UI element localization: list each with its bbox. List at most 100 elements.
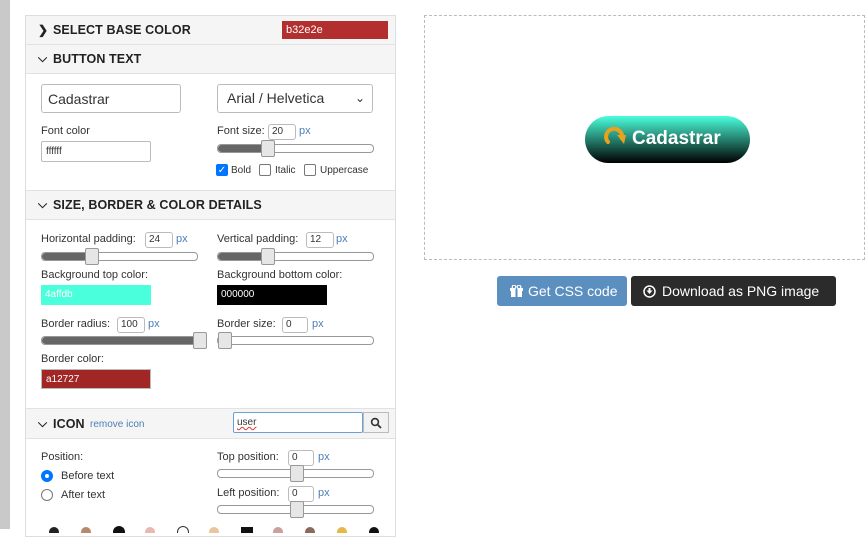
user-icon[interactable] xyxy=(177,526,189,533)
italic-label: Italic xyxy=(275,165,296,176)
section-title: ICON xyxy=(53,417,85,431)
gift-icon xyxy=(510,285,523,297)
font-size-unit: px xyxy=(299,125,311,137)
border-color-input[interactable]: a12727 xyxy=(41,369,151,389)
chevron-down-icon: ⌵ xyxy=(38,197,48,211)
download-png-label: Download as PNG image xyxy=(662,283,820,299)
bold-label: Bold xyxy=(231,165,252,176)
section-header-icon[interactable]: ⌵ ICON remove icon user xyxy=(26,408,395,439)
before-text-label: Before text xyxy=(61,470,115,482)
redo-arrow-icon xyxy=(604,126,626,144)
settings-panel: ❯ SELECT BASE COLOR b32e2e ⌵ BUTTON TEXT… xyxy=(25,15,396,537)
section-title: SIZE, BORDER & COLOR DETAILS xyxy=(53,198,262,212)
vertical-padding-label: Vertical padding: xyxy=(217,233,299,245)
top-position-slider[interactable] xyxy=(217,465,374,482)
base-color-swatch[interactable]: b32e2e xyxy=(282,21,388,39)
border-radius-slider[interactable] xyxy=(41,332,207,349)
left-position-slider[interactable] xyxy=(217,501,374,518)
background-top-color-label: Background top color: xyxy=(41,269,149,281)
border-radius-label: Border radius: xyxy=(41,318,111,330)
section-title: SELECT BASE COLOR xyxy=(53,23,191,37)
user-icon[interactable] xyxy=(337,527,347,533)
slider-handle[interactable] xyxy=(261,248,275,265)
slider-fill xyxy=(42,337,199,344)
user-icon[interactable] xyxy=(145,527,155,533)
horizontal-padding-slider[interactable] xyxy=(41,248,198,265)
user-icon[interactable] xyxy=(113,526,125,533)
left-position-label: Left position: xyxy=(217,487,280,499)
slider-handle[interactable] xyxy=(193,332,207,349)
slider-fill xyxy=(218,253,267,260)
chevron-down-icon: ⌵ xyxy=(38,51,48,65)
user-icon[interactable] xyxy=(305,527,315,533)
bold-checkbox[interactable]: ✓ xyxy=(216,164,228,176)
horizontal-padding-label: Horizontal padding: xyxy=(41,233,136,245)
after-text-radio[interactable] xyxy=(41,489,53,501)
user-icon[interactable] xyxy=(369,527,379,533)
border-size-input[interactable]: 0 xyxy=(282,317,308,333)
slider-fill xyxy=(218,145,267,152)
slider-fill xyxy=(42,253,91,260)
get-css-code-button[interactable]: Get CSS code xyxy=(497,276,627,306)
top-position-label: Top position: xyxy=(217,451,279,463)
section-header-size[interactable]: ⌵ SIZE, BORDER & COLOR DETAILS xyxy=(26,190,395,220)
italic-checkbox[interactable] xyxy=(259,164,271,176)
border-color-label: Border color: xyxy=(41,353,104,365)
uppercase-checkbox[interactable] xyxy=(304,164,316,176)
section-header-base-color[interactable]: ❯ SELECT BASE COLOR b32e2e xyxy=(26,16,395,45)
font-color-input[interactable]: ffffff xyxy=(41,141,151,162)
left-position-input[interactable]: 0 xyxy=(288,486,314,502)
preview-button[interactable]: Cadastrar xyxy=(585,116,750,163)
remove-icon-link[interactable]: remove icon xyxy=(90,419,144,430)
slider-handle[interactable] xyxy=(218,332,232,349)
user-icon[interactable] xyxy=(81,527,91,533)
border-size-label: Border size: xyxy=(217,318,276,330)
font-color-label: Font color xyxy=(41,125,90,137)
background-bottom-color-input[interactable]: 000000 xyxy=(217,285,327,305)
user-icon[interactable] xyxy=(241,527,253,533)
search-button[interactable] xyxy=(363,412,389,433)
before-text-radio[interactable] xyxy=(41,470,53,482)
user-icon[interactable] xyxy=(273,527,283,533)
font-size-label: Font size: xyxy=(217,125,265,137)
border-size-unit: px xyxy=(312,318,324,330)
chevron-down-icon: ⌄ xyxy=(354,91,365,105)
slider-handle[interactable] xyxy=(290,465,304,482)
left-position-unit: px xyxy=(318,487,330,499)
left-scroll-gutter xyxy=(0,0,10,529)
top-position-unit: px xyxy=(318,451,330,463)
border-radius-input[interactable]: 100 xyxy=(117,317,145,333)
download-png-button[interactable]: Download as PNG image xyxy=(631,276,836,306)
button-preview-area: Cadastrar xyxy=(424,15,865,260)
vertical-padding-unit: px xyxy=(336,233,348,245)
icon-search-value: user xyxy=(237,417,257,428)
horizontal-padding-unit: px xyxy=(176,233,188,245)
get-css-code-label: Get CSS code xyxy=(528,283,618,299)
font-size-input[interactable]: 20 xyxy=(268,124,296,140)
border-size-slider[interactable] xyxy=(217,332,374,349)
section-title: BUTTON TEXT xyxy=(53,52,142,66)
after-text-label: After text xyxy=(61,489,106,501)
download-circle-icon xyxy=(643,285,656,298)
slider-handle[interactable] xyxy=(85,248,99,265)
font-family-value: Arial / Helvetica xyxy=(227,90,325,106)
icon-grid xyxy=(41,523,386,533)
search-icon xyxy=(370,417,382,429)
slider-handle[interactable] xyxy=(290,501,304,518)
chevron-down-icon: ⌵ xyxy=(38,416,48,430)
user-icon[interactable] xyxy=(49,527,59,533)
font-family-select[interactable]: Arial / Helvetica ⌄ xyxy=(217,84,373,113)
horizontal-padding-input[interactable]: 24 xyxy=(145,232,173,248)
icon-search-input[interactable]: user xyxy=(233,412,363,433)
vertical-padding-input[interactable]: 12 xyxy=(306,232,334,248)
slider-handle[interactable] xyxy=(261,140,275,157)
button-text-input[interactable] xyxy=(41,84,181,113)
section-header-button-text[interactable]: ⌵ BUTTON TEXT xyxy=(26,45,395,74)
chevron-right-icon: ❯ xyxy=(38,23,49,37)
vertical-padding-slider[interactable] xyxy=(217,248,374,265)
font-size-slider[interactable] xyxy=(217,140,374,157)
top-position-input[interactable]: 0 xyxy=(288,450,314,466)
background-top-color-input[interactable]: 4affdb xyxy=(41,285,151,305)
uppercase-label: Uppercase xyxy=(320,165,369,176)
user-icon[interactable] xyxy=(209,527,219,533)
